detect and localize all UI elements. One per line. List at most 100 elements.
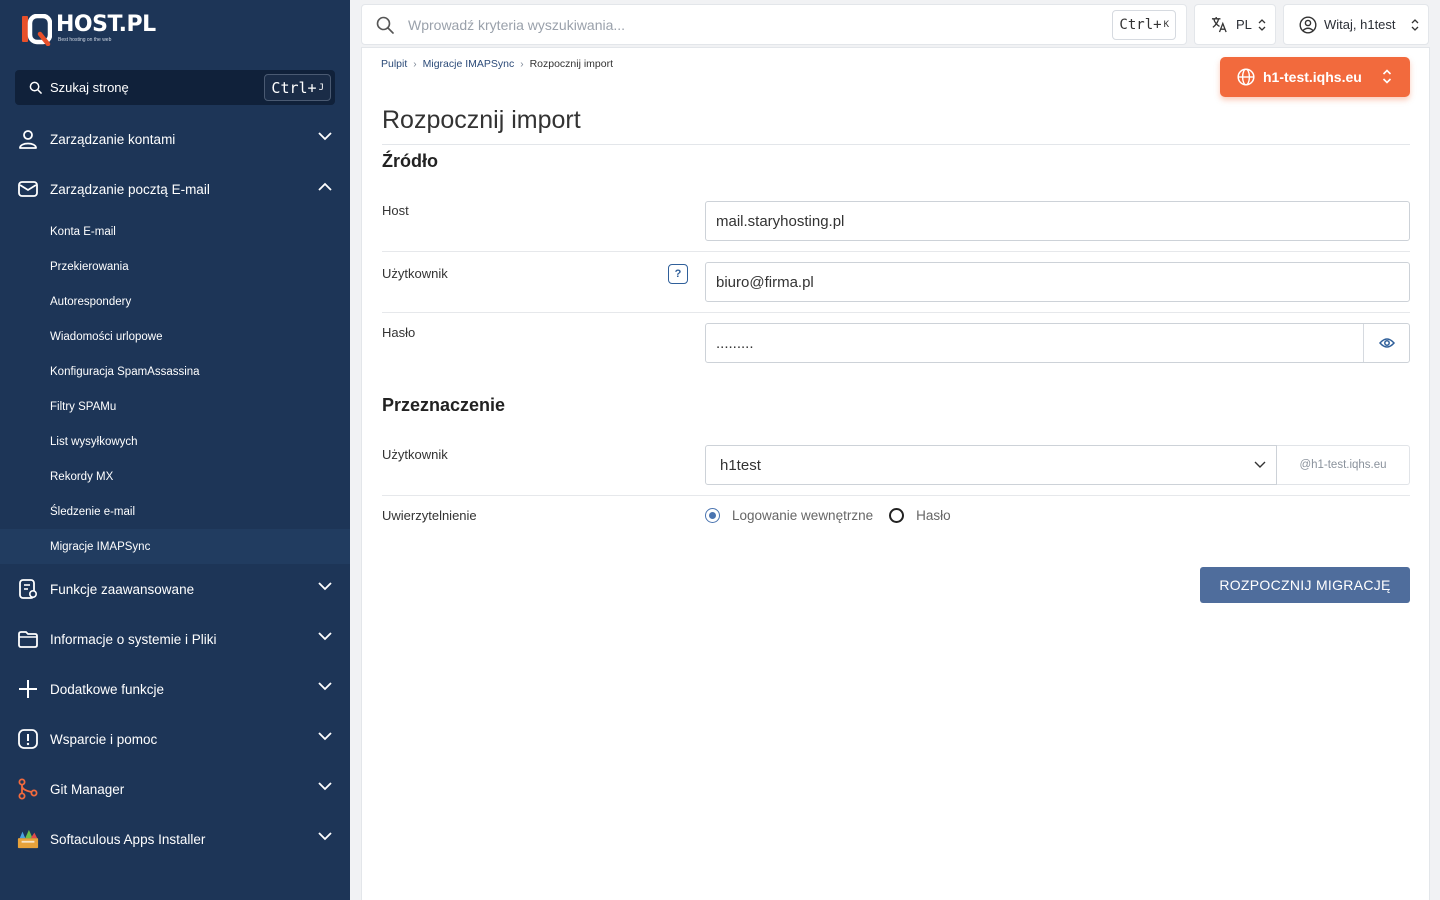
nav-label: Git Manager (50, 781, 125, 797)
host-pl-logo[interactable]: HOST.PL Best hosting on the web (22, 12, 156, 48)
advanced-settings-icon (17, 578, 39, 600)
chevron-down-icon (318, 582, 332, 591)
host-label: Host (382, 203, 409, 218)
updown-icon (1258, 19, 1266, 31)
chevron-down-icon (318, 832, 332, 841)
nav-label: Zarządzanie pocztą E-mail (50, 181, 210, 197)
chevron-down-icon (318, 132, 332, 141)
radio-checked-icon[interactable] (705, 508, 720, 523)
destination-user-select[interactable]: h1test (705, 445, 1277, 485)
source-user-input[interactable] (706, 273, 1409, 291)
nav-label: Softaculous Apps Installer (50, 831, 206, 847)
domain-suffix: @h1-test.iqhs.eu (1277, 445, 1410, 485)
sidebar-item-mx-records[interactable]: Rekordy MX (0, 459, 350, 494)
nav-system-info-files[interactable]: Informacje o systemie i Pliki (0, 614, 350, 664)
divider (382, 251, 1410, 252)
chevron-down-icon (318, 782, 332, 791)
user-greeting: Witaj, h1test (1324, 17, 1396, 32)
sidebar-search-shortcut: Ctrl+ J (264, 74, 331, 101)
auth-label: Uwierzytelnienie (382, 508, 477, 523)
nav-email-management[interactable]: Zarządzanie pocztą E-mail (0, 164, 350, 214)
domain-name: h1-test.iqhs.eu (1263, 69, 1362, 85)
chevron-right-icon: › (520, 58, 524, 70)
domain-selector[interactable]: h1-test.iqhs.eu (1220, 57, 1410, 97)
language-selector[interactable]: PL (1194, 4, 1276, 45)
auth-radio-group: Logowanie wewnętrzne Hasło (705, 508, 967, 523)
nav-additional-functions[interactable]: Dodatkowe funkcje (0, 664, 350, 714)
chevron-down-icon (318, 732, 332, 741)
destination-user-value: h1test (720, 456, 761, 474)
updown-icon (1382, 69, 1392, 84)
language-code: PL (1236, 17, 1252, 32)
breadcrumb-current: Rozpocznij import (529, 58, 614, 70)
start-migration-button[interactable]: ROZPOCZNIJ MIGRACJĘ (1200, 567, 1410, 603)
nav-label: Zarządzanie kontami (50, 131, 176, 147)
nav-git-manager[interactable]: Git Manager (0, 764, 350, 814)
nav-label: Wsparcie i pomoc (50, 731, 158, 747)
auth-option-internal[interactable]: Logowanie wewnętrzne (705, 508, 873, 523)
host-input[interactable] (706, 212, 1409, 230)
divider (382, 312, 1410, 313)
sidebar-item-vacation-messages[interactable]: Wiadomości urlopowe (0, 319, 350, 354)
breadcrumb-home[interactable]: Pulpit (381, 58, 407, 70)
user-menu[interactable]: Witaj, h1test (1283, 4, 1429, 45)
global-search-input[interactable] (408, 16, 1088, 33)
source-user-label: Użytkownik (382, 266, 448, 281)
nav-account-management[interactable]: Zarządzanie kontami (0, 114, 350, 164)
radio-unchecked-icon[interactable] (889, 508, 905, 523)
softaculous-icon (17, 828, 39, 850)
sidebar-item-imapsync[interactable]: Migracje IMAPSync (0, 529, 350, 564)
chevron-right-icon: › (413, 58, 417, 70)
nav-advanced-features[interactable]: Funkcje zaawansowane (0, 564, 350, 614)
sidebar-item-mailing-lists[interactable]: List wysyłkowych (0, 424, 350, 459)
breadcrumb: Pulpit › Migracje IMAPSync › Rozpocznij … (381, 58, 613, 70)
breadcrumb-imapsync[interactable]: Migracje IMAPSync (423, 58, 515, 70)
sidebar-item-email-accounts[interactable]: Konta E-mail (0, 214, 350, 249)
logo-mark-icon (22, 13, 53, 47)
chevron-down-icon (318, 632, 332, 641)
nav-label: Dodatkowe funkcje (50, 681, 165, 697)
divider (382, 144, 1410, 145)
chevron-down-icon (318, 682, 332, 691)
sidebar-item-forwarders[interactable]: Przekierowania (0, 249, 350, 284)
password-field[interactable] (705, 323, 1410, 363)
search-icon (376, 16, 394, 34)
nav-label: Informacje o systemie i Pliki (50, 631, 217, 647)
sidebar-search[interactable]: Szukaj stronę Ctrl+ J (15, 70, 335, 105)
translate-icon (1211, 16, 1227, 33)
destination-user-label: Użytkownik (382, 447, 448, 462)
password-label: Hasło (382, 325, 416, 340)
auth-option-password[interactable]: Hasło (889, 508, 951, 523)
user-circle-icon (1299, 15, 1317, 34)
sidebar-item-spam-filters[interactable]: Filtry SPAMu (0, 389, 350, 424)
search-icon (29, 81, 42, 94)
divider (382, 495, 1410, 496)
source-heading: Źródło (382, 151, 438, 171)
global-search[interactable]: Ctrl+K (361, 4, 1187, 45)
email-submenu: Konta E-mail Przekierowania Autoresponde… (0, 214, 350, 564)
sidebar-item-autoresponders[interactable]: Autorespondery (0, 284, 350, 319)
sidebar-nav: Zarządzanie kontami Zarządzanie pocztą E… (0, 114, 350, 864)
host-field[interactable] (705, 201, 1410, 241)
chevron-down-icon (1254, 461, 1266, 468)
show-password-button[interactable] (1363, 324, 1409, 362)
auth-option-label: Logowanie wewnętrzne (732, 508, 874, 523)
nav-softaculous[interactable]: Softaculous Apps Installer (0, 814, 350, 864)
help-icon[interactable]: ? (668, 264, 688, 284)
brand-name: HOST.PL (56, 12, 156, 37)
eye-icon (1378, 338, 1395, 348)
sidebar: HOST.PL Best hosting on the web Szukaj s… (0, 0, 350, 900)
source-user-field[interactable] (705, 262, 1410, 302)
sidebar-search-label: Szukaj stronę (50, 80, 129, 95)
folder-icon (17, 628, 39, 650)
destination-heading: Przeznaczenie (382, 395, 506, 415)
user-icon (17, 128, 39, 150)
mail-icon (17, 178, 39, 200)
password-input[interactable] (706, 334, 1409, 352)
git-icon (17, 778, 39, 800)
sidebar-item-email-tracking[interactable]: Śledzenie e-mail (0, 494, 350, 529)
alert-icon (17, 728, 39, 750)
sidebar-item-spamassassin[interactable]: Konfiguracja SpamAssassina (0, 354, 350, 389)
nav-support-help[interactable]: Wsparcie i pomoc (0, 714, 350, 764)
globe-icon (1237, 68, 1255, 86)
